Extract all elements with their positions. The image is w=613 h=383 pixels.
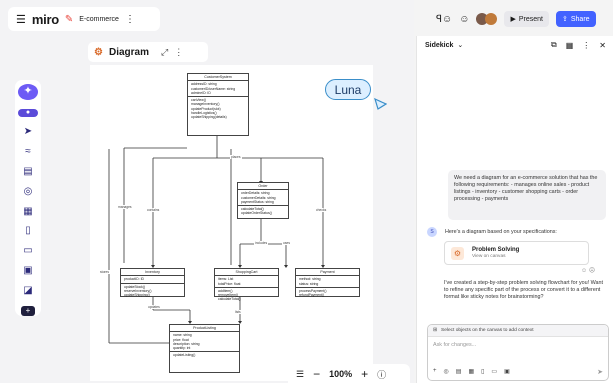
collaborator-cursor-label: Luna [325, 79, 371, 100]
card-icon[interactable]: ▭ [491, 368, 497, 375]
board-pen-icon: ✎ [64, 13, 74, 25]
select-cursor-icon[interactable]: ➤ [19, 126, 37, 137]
share-button[interactable]: ⇪ Share [555, 11, 596, 27]
add-more-icon[interactable]: + [21, 305, 35, 316]
close-icon[interactable]: ✕ [599, 41, 606, 50]
problem-solving-card[interactable]: ⚙ Problem Solving View on canvas [444, 241, 589, 265]
assistant-intro: Here's a diagram based on your specifica… [445, 229, 557, 235]
relation-label: stores [99, 270, 110, 274]
relation-label: contains [146, 208, 161, 212]
entity-payment[interactable]: Payment method: string status: string pr… [295, 268, 360, 297]
board-name[interactable]: E-commerce [79, 16, 119, 23]
collaborator-cursor-icon [374, 98, 387, 110]
thumbs-up-icon[interactable]: ☺ [581, 268, 587, 274]
context-hint[interactable]: ⊞ Select objects on the canvas to add co… [428, 325, 608, 337]
toggle-icon[interactable]: ● [18, 108, 38, 118]
table-icon[interactable]: ▦ [468, 368, 474, 375]
entity-product-listing[interactable]: ProductListing name: string price: float… [169, 324, 240, 373]
table-icon[interactable]: ▦ [19, 206, 37, 217]
sticky-note-icon[interactable]: ▯ [481, 368, 484, 375]
frame-icon[interactable]: ▣ [19, 266, 37, 277]
grid-icon[interactable]: ▦ [566, 41, 574, 50]
play-icon: ▶ [510, 16, 516, 23]
ai-sparkle-icon[interactable]: ✦ [18, 84, 38, 100]
board-more-icon[interactable]: ⋮ [125, 14, 135, 25]
list-icon[interactable]: ☰ [296, 369, 304, 380]
present-button[interactable]: ▶ Present [504, 11, 549, 27]
sticky-note-icon[interactable]: ▯ [19, 226, 37, 237]
sidekick-title[interactable]: Sidekick [425, 42, 453, 49]
emoji-icon[interactable]: ☺ [459, 14, 469, 25]
assistant-message: I've created a step-by-step problem solv… [444, 280, 604, 300]
add-icon[interactable]: + [433, 368, 437, 375]
composer-tools: + ◎ ▤ ▦ ▯ ▭ ▣ [433, 368, 510, 375]
pen-icon[interactable]: ≈ [19, 146, 37, 157]
more-icon[interactable]: ⋮ [582, 41, 590, 50]
left-toolbar: ✦ ● ➤ ≈ ▤ ◎ ▦ ▯ ▭ ▣ ◪ + [15, 80, 41, 316]
zoom-controls: ☰ − 100% + ⓘ [288, 364, 410, 383]
board-topbar: ☰ miro ✎ E-commerce ⋮ [8, 7, 160, 31]
document-icon[interactable]: ▤ [456, 368, 462, 375]
comment-icon[interactable]: ◪ [19, 286, 37, 297]
share-icon: ⇪ [561, 16, 568, 23]
relation-label: places [230, 155, 242, 159]
minus-icon[interactable]: − [313, 367, 320, 381]
feedback-icons: ☺ ☹ [581, 267, 595, 274]
diagram-icon: ⚙ [451, 246, 464, 260]
diagram-icon[interactable]: ◎ [444, 368, 449, 375]
send-icon[interactable]: ➤ [597, 368, 603, 376]
thumbs-down-icon[interactable]: ☹ [589, 268, 595, 274]
relation-label: uses [282, 241, 291, 245]
avatar[interactable] [485, 13, 498, 25]
relation-label: updates [147, 305, 161, 309]
card-icon[interactable]: ▭ [19, 246, 37, 257]
relation-label: includes [254, 241, 269, 245]
plus-icon[interactable]: + [361, 367, 368, 381]
expand-icon[interactable]: ⤢ [161, 47, 168, 58]
diagram-canvas[interactable]: places contains checks includes uses upd… [90, 65, 373, 381]
diagram-icon: ⚙ [94, 46, 103, 58]
chat-composer: ⊞ Select objects on the canvas to add co… [427, 324, 609, 381]
relation-label: manages [117, 205, 133, 209]
new-chat-icon[interactable]: ⧉ [551, 40, 557, 50]
diagram-title[interactable]: Diagram [109, 47, 149, 58]
miro-logo[interactable]: miro [32, 12, 59, 27]
help-icon[interactable]: ⓘ [377, 368, 386, 381]
entity-shopping-cart[interactable]: ShoppingCart items: List totalPrice: flo… [214, 268, 279, 301]
hamburger-icon[interactable]: ☰ [16, 13, 26, 26]
shapes-icon[interactable]: ◎ [19, 186, 37, 197]
top-right-bar: ꟼ☺ ☺ ▶ Present ⇪ Share [414, 0, 613, 38]
sidekick-header: Sidekick ⌄ ⧉ ▦ ⋮ ✕ [417, 36, 613, 54]
diagram-header: ⚙ Diagram ⤢ ⋮ [88, 42, 208, 62]
zoom-level[interactable]: 100% [329, 369, 352, 379]
select-objects-icon: ⊞ [433, 328, 438, 333]
chevron-down-icon[interactable]: ⌄ [457, 41, 463, 49]
sidekick-panel: Sidekick ⌄ ⧉ ▦ ⋮ ✕ We need a diagram for… [416, 36, 613, 383]
entity-inventory[interactable]: Inventory productID: ID updateStock() re… [120, 268, 185, 297]
user-message: We need a diagram for an e-commerce solu… [448, 170, 606, 220]
reactions-icon[interactable]: ꟼ☺ [436, 14, 452, 25]
relation-label: checks [315, 208, 328, 212]
document-icon[interactable]: ▤ [19, 166, 37, 177]
chat-input[interactable] [433, 342, 583, 348]
card-subtitle[interactable]: View on canvas [472, 254, 519, 259]
sidekick-avatar: S [427, 227, 437, 237]
entity-customer-system[interactable]: CustomerSystem addressID: string custome… [187, 73, 249, 136]
relation-label: lists [234, 310, 242, 314]
diagram-more-icon[interactable]: ⋮ [174, 47, 183, 58]
collaborator-avatars[interactable] [476, 13, 498, 25]
entity-order[interactable]: Order orderDetails: string customerDetai… [237, 182, 289, 219]
frame-icon[interactable]: ▣ [504, 368, 510, 375]
card-title: Problem Solving [472, 247, 520, 253]
